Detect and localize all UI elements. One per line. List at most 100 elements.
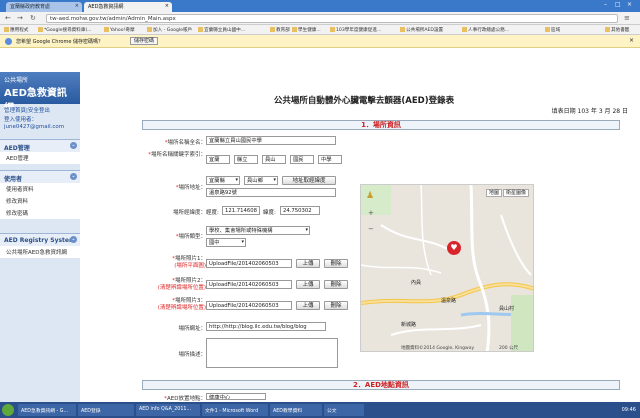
website-input[interactable]: http://http://blog.ilc.edu.tw/blog/blog [206,322,326,331]
taskbar-item[interactable]: 文件1 - Microsoft Word [202,404,268,416]
photo1-upload-button[interactable]: 上傳 [296,259,320,268]
type-select-1[interactable]: 學校、集會場所或特殊機構 [206,226,310,235]
town-select[interactable]: 員山鄉 [244,176,278,185]
bookmark[interactable]: 103學年度健康促進... [330,27,381,33]
bookmark[interactable]: 應用程式 [4,27,28,33]
bookmark[interactable]: 人事行政總處公務... [462,27,509,33]
chevron-down-icon[interactable]: ⌄ [70,236,77,243]
sidebar-item-edit-data[interactable]: 修改資料 [0,195,80,207]
sidebar-section-aed: AED管理 ⌄ AED管理 [0,139,80,164]
bookmark[interactable]: 加入 - Google帳戶 [147,27,192,33]
site-name-input[interactable]: 宜蘭縣立員山國民中學 [206,136,336,145]
keyword-input-5[interactable]: 中學 [318,155,342,164]
label-site-name: *場所名稱全名： [164,140,206,146]
label-photo2: *場所照片2： (清楚辨識場所位置) [157,278,206,291]
bookmark[interactable]: 公共場所AED設置 [400,27,443,33]
save-password-button[interactable]: 儲存密碼 [130,37,159,45]
map-roads [361,185,533,351]
sidebar-item-change-password[interactable]: 修改密碼 [0,207,80,219]
folder-icon [605,27,610,32]
desc-textarea[interactable] [206,338,338,368]
taskbar-item[interactable]: AED教學資料 [270,404,322,416]
url-input[interactable]: tw-aed.mohw.gov.tw/admin/Admin_Main.aspx [46,14,618,23]
sidebar-item-user-data[interactable]: 使用者資料 [0,183,80,195]
type-select-2[interactable]: 國中 [206,238,246,247]
page-icon [330,27,335,32]
home-logout-link[interactable]: 管理首頁|安全登出 [4,106,76,114]
bookmark[interactable]: Yahoo!奇摩 [104,27,135,33]
sidebar-section-user: 使用者 ⌄ 使用者資料 修改資料 修改密碼 [0,170,80,219]
label-note: (場所平面圖) [174,263,206,269]
photo2-path[interactable]: UploadFile/201402060503 [206,280,292,289]
zoom-in-icon[interactable]: + [368,209,374,217]
menu-icon[interactable]: ≡ [624,14,630,22]
page-icon [462,27,467,32]
bookmark[interactable]: *Google搜尋資料庫(... [38,27,92,33]
keyword-input-1[interactable]: 宜蘭 [206,155,230,164]
bookmark[interactable]: 其他書籤 [605,27,629,33]
browser-tab-1[interactable]: AED急救資訊網 × [84,2,172,12]
keyword-input-4[interactable]: 國民 [290,155,314,164]
keyword-input-3[interactable]: 員山 [262,155,286,164]
county-select[interactable]: 宜蘭縣 [206,176,240,185]
pegman-icon[interactable]: ♟ [366,191,374,201]
site-subtitle: 公共場所 [4,77,29,84]
photo1-delete-button[interactable]: 刪除 [324,259,348,268]
chevron-down-icon[interactable]: ⌄ [70,142,77,149]
sidebar-section-header[interactable]: AED Registry System ⌄ [0,234,80,246]
street-input[interactable]: 溫泉路92號 [206,188,336,197]
taskbar-item[interactable]: AED登錄 [78,404,134,416]
taskbar-item[interactable]: AED info Q&A_2011... [136,404,200,416]
forward-icon[interactable]: → [17,14,23,22]
start-button[interactable] [2,404,14,416]
sidebar-item-aed-site[interactable]: 公共場所AED急救資訊網 [0,246,80,258]
window-close-icon[interactable]: × [627,1,632,8]
close-icon[interactable]: × [165,3,169,9]
browser-tab-bar: 宜蘭縣政府教育處 × AED急救資訊網 × – □ × [0,0,640,12]
lat-input[interactable]: 24.750302 [280,206,320,215]
taskbar-item[interactable]: AED急救資訊網 - G... [18,404,76,416]
bookmark-label: 學生健康... [298,28,321,33]
map-type-button[interactable]: 地圖 [486,189,503,197]
maximize-icon[interactable]: □ [615,1,621,8]
keyword-input-2[interactable]: 縣立 [234,155,258,164]
map-label: 內員 [411,280,422,286]
photo3-upload-button[interactable]: 上傳 [296,301,320,310]
sidebar-item-aed-manage[interactable]: AED管理 [0,152,80,164]
folder-icon [38,27,43,32]
bookmark[interactable]: 教育部 [270,27,290,33]
bookmark-label: Yahoo!奇摩 [110,28,135,33]
bookmark-label: 103學年度健康促進... [336,28,382,33]
close-icon[interactable]: × [75,3,79,9]
photo2-delete-button[interactable]: 刪除 [324,280,348,289]
lng-input[interactable]: 121.714608 [222,206,260,215]
geocode-button[interactable]: 地址取經緯度 [282,176,336,185]
taskbar-item[interactable]: 公文 [324,404,364,416]
bookmark[interactable]: 區域 [545,27,560,33]
label-type: *場所類型： [175,234,206,240]
photo3-delete-button[interactable]: 刪除 [324,301,348,310]
reload-icon[interactable]: ↻ [30,14,36,22]
bookmark[interactable]: 宜蘭縣立員山國中... [198,27,245,33]
photo2-upload-button[interactable]: 上傳 [296,280,320,289]
chevron-down-icon[interactable]: ⌄ [70,173,77,180]
google-map[interactable]: 地圖 衛星圖像 ♟ + − ♥ 內員 溫泉路 員山村 新城路 地圖資料©2014… [360,184,534,352]
zoom-out-icon[interactable]: − [368,225,374,233]
browser-tab-0[interactable]: 宜蘭縣政府教育處 × [6,2,82,12]
label-text: 場所經緯度： [172,210,206,216]
photo3-path[interactable]: UploadFile/201402060503 [206,301,292,310]
close-icon[interactable]: × [629,37,634,44]
bookmark[interactable]: 學生健康... [292,27,321,33]
label-photo3: *場所照片3： (清楚辨識場所位置) [157,298,206,311]
aed-marker-icon[interactable]: ♥ [447,241,461,255]
minimize-icon[interactable]: – [604,1,607,8]
sidebar-section-header[interactable]: AED管理 ⌄ [0,140,80,152]
aed-place-input[interactable]: 健康中心 [206,393,266,400]
sidebar-section-header[interactable]: 使用者 ⌄ [0,171,80,183]
bookmark-label: 人事行政總處公務... [468,28,510,33]
sidebar: 公共場所 AED急救資訊網 管理首頁|安全登出 登入使用者： june0427@… [0,72,80,402]
satellite-button[interactable]: 衛星圖像 [503,189,530,197]
back-icon[interactable]: ← [5,14,11,22]
bookmark-label: 區域 [551,28,561,33]
photo1-path[interactable]: UploadFile/201402060503 [206,259,292,268]
